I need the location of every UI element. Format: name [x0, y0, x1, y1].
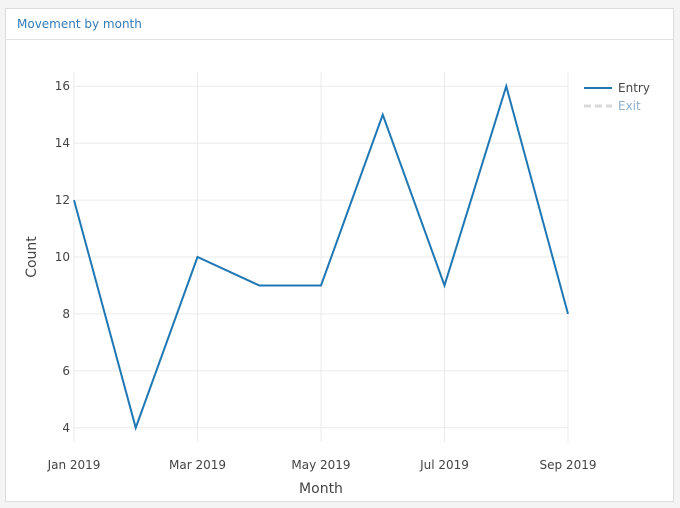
x-tick-label: May 2019	[291, 458, 350, 472]
legend-item-exit[interactable]: Exit	[618, 99, 641, 113]
x-axis-title: Month	[299, 481, 343, 497]
x-tick-label: Mar 2019	[169, 458, 226, 472]
y-tick-label: 6	[62, 364, 70, 378]
y-tick-label: 10	[55, 250, 70, 264]
y-tick-label: 16	[55, 79, 70, 93]
x-tick-label: Jan 2019	[47, 458, 101, 472]
line-chart: 4 6 8 10 12 14 16 Jan 2019 Mar 2019 May 2019 Jul 2…	[24, 72, 650, 497]
y-tick-label: 8	[62, 307, 70, 321]
y-axis-title: Count	[24, 236, 40, 278]
legend-item-entry[interactable]: Entry	[618, 81, 650, 95]
y-tick-label: 4	[62, 421, 70, 435]
x-tick-label: Sep 2019	[540, 458, 597, 472]
y-tick-label: 14	[55, 136, 70, 150]
x-tick-label: Jul 2019	[419, 458, 469, 472]
y-tick-label: 12	[55, 193, 70, 207]
